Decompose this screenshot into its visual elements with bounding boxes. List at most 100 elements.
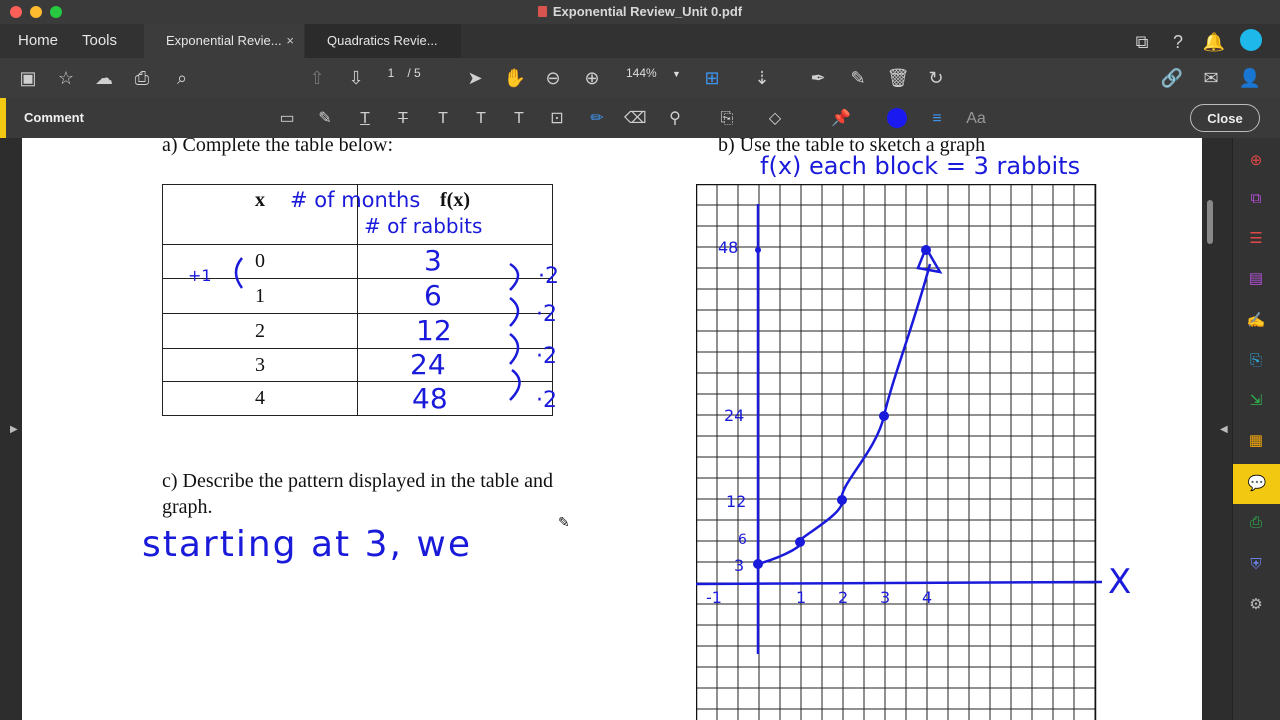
right-tools-panel: ⊕ ⧉ ☰ ▤ ✍ ⎘ ⇲ ▦ 💬 ⎙ ⛨ ⚙ (1232, 138, 1280, 720)
upload-cloud-icon[interactable]: ☁ (92, 66, 116, 90)
vertical-scrollbar[interactable] (1207, 200, 1213, 244)
strikethrough-text-icon[interactable]: T (392, 108, 414, 130)
y-tick-label: 48 (718, 238, 739, 257)
delete-trash-icon[interactable]: 🗑 (886, 66, 910, 90)
shapes-icon[interactable]: ◇ (764, 108, 786, 130)
part-c-prompt-line1: c) Describe the pattern displayed in the… (162, 470, 553, 492)
rotate-icon[interactable]: ↻ (924, 66, 948, 90)
y-tick-label: 24 (724, 406, 745, 425)
x-axis-label: X (1108, 562, 1132, 602)
create-pdf-icon[interactable]: ⊕ (1245, 150, 1267, 172)
part-c-prompt-line2: graph. (162, 496, 213, 518)
sign-icon[interactable]: ✒ (806, 66, 830, 90)
right-panel-toggle-icon[interactable]: ◀ (1220, 424, 1228, 435)
draw-pencil-icon[interactable]: ✏ (586, 108, 608, 130)
color-picker-swatch[interactable] (887, 108, 907, 128)
print-icon[interactable]: ⎙ (130, 66, 154, 90)
x-tick-label: -1 (706, 588, 722, 607)
x-tick-label: 2 (838, 588, 849, 607)
add-text-comment-icon[interactable]: T (508, 108, 530, 130)
x-tick-label: 1 (796, 588, 807, 607)
share-screen-icon[interactable]: ⧉ (1130, 30, 1154, 54)
tab-exponential-review[interactable]: Exponential Revie... × (144, 24, 304, 58)
tab-label: Quadratics Revie... (327, 33, 438, 48)
graph-scale-note: f(x) each block = 3 rabbits (760, 152, 1081, 180)
comment-toolbar-label: Comment (24, 110, 84, 125)
save-icon[interactable]: ▣ (16, 66, 40, 90)
title-bar: Exponential Review_Unit 0.pdf (0, 0, 1280, 25)
select-cursor-icon[interactable]: ➤ (463, 66, 487, 90)
protect-shield-icon[interactable]: ⛨ (1245, 554, 1267, 576)
replace-text-icon[interactable]: T (432, 108, 454, 130)
account-avatar[interactable] (1240, 29, 1262, 51)
line-thickness-icon[interactable]: ≡ (926, 108, 948, 130)
underline-text-icon[interactable]: T (354, 108, 376, 130)
font-settings-icon[interactable]: Aa (962, 108, 990, 130)
sticky-note-icon[interactable]: ▭ (276, 108, 298, 130)
scroll-mode-icon[interactable]: ⇣ (750, 66, 774, 90)
comment-tool-icon[interactable]: 💬 (1233, 464, 1280, 504)
y-tick-label: 12 (726, 492, 747, 511)
page-layout-icon[interactable]: ⊞ (700, 66, 724, 90)
tab-quadratics-review[interactable]: Quadratics Revie... (305, 24, 461, 58)
fill-and-sign-icon[interactable]: ✍ (1245, 310, 1267, 332)
exponential-curve (757, 263, 932, 566)
data-point (879, 411, 889, 421)
email-icon[interactable]: ✉ (1199, 66, 1223, 90)
pdf-file-icon (537, 6, 547, 17)
previous-page-icon[interactable]: ⇧ (305, 66, 329, 90)
hand-tool-icon[interactable]: ✋ (503, 66, 527, 90)
y-tick-mark (755, 247, 761, 253)
bookmark-star-icon[interactable]: ☆ (54, 66, 78, 90)
comment-accent-bar (0, 98, 6, 138)
text-box-icon[interactable]: ⊡ (546, 108, 568, 130)
print-production-icon[interactable]: ⎙ (1245, 512, 1267, 534)
tab-close-icon[interactable]: × (286, 24, 294, 58)
nav-home[interactable]: Home (18, 32, 58, 49)
eraser-icon[interactable]: ⌫ (624, 108, 647, 130)
graph-paper (696, 184, 1103, 720)
highlight-text-icon[interactable]: ✎ (314, 108, 336, 130)
next-page-icon[interactable]: ⇩ (344, 66, 368, 90)
x-tick-label: 3 (880, 588, 891, 607)
data-point (795, 537, 805, 547)
stamp-icon[interactable]: ⚲ (664, 108, 686, 130)
more-tools-icon[interactable]: ⚙ (1245, 594, 1267, 616)
notification-bell-icon[interactable]: 🔔 (1202, 30, 1226, 54)
pencil-cursor-icon: ✎ (558, 514, 570, 530)
zoom-level-value: 144% (626, 66, 657, 80)
left-panel-toggle-icon[interactable]: ▶ (10, 424, 18, 435)
tab-bar: Home Tools Exponential Revie... × Quadra… (0, 24, 1280, 58)
close-comment-button[interactable]: Close (1190, 104, 1260, 132)
comment-toolbar: Comment ▭ ✎ T T T T T ⊡ ✏ ⌫ ⚲ ⎘ ◇ 📌 ≡ Aa (0, 98, 1280, 139)
y-tick-label: 6 (738, 532, 747, 548)
x-tick-label: 4 (922, 588, 933, 607)
data-point (921, 245, 931, 255)
pin-icon[interactable]: 📌 (830, 108, 852, 130)
nav-tools[interactable]: Tools (82, 32, 117, 49)
handwritten-answer-c: starting at 3, we (142, 524, 472, 565)
link-icon[interactable]: 🔗 (1160, 66, 1184, 90)
data-point (837, 495, 847, 505)
page-indicator[interactable]: 1 / 5 (384, 66, 421, 80)
send-for-signature-icon[interactable]: ⎘ (1245, 350, 1267, 372)
zoom-in-icon[interactable]: ⊕ (580, 66, 604, 90)
edit-pdf-icon[interactable]: ▤ (1245, 268, 1267, 290)
handwritten-arrows (234, 257, 521, 401)
pdf-page: a) Complete the table below: b) Use the … (22, 138, 1202, 720)
zoom-search-icon[interactable]: ⌕ (170, 66, 194, 90)
attach-file-icon[interactable]: ⎘ (716, 108, 738, 130)
scan-ocr-icon[interactable]: ▦ (1245, 430, 1267, 452)
zoom-level-select[interactable]: 144% ▼ (626, 66, 681, 80)
zoom-out-icon[interactable]: ⊖ (541, 66, 565, 90)
organize-pages-icon[interactable]: ☰ (1245, 228, 1267, 250)
chevron-down-icon: ▼ (672, 69, 681, 79)
page-current-input[interactable]: 1 (384, 66, 398, 80)
export-pdf-icon[interactable]: ⇲ (1245, 390, 1267, 412)
grid-border (696, 184, 1097, 720)
add-user-icon[interactable]: 👤 (1238, 66, 1262, 90)
combine-files-icon[interactable]: ⧉ (1245, 188, 1267, 210)
help-icon[interactable]: ? (1166, 30, 1190, 54)
insert-text-icon[interactable]: T (470, 108, 492, 130)
fill-sign-icon[interactable]: ✎ (846, 66, 870, 90)
